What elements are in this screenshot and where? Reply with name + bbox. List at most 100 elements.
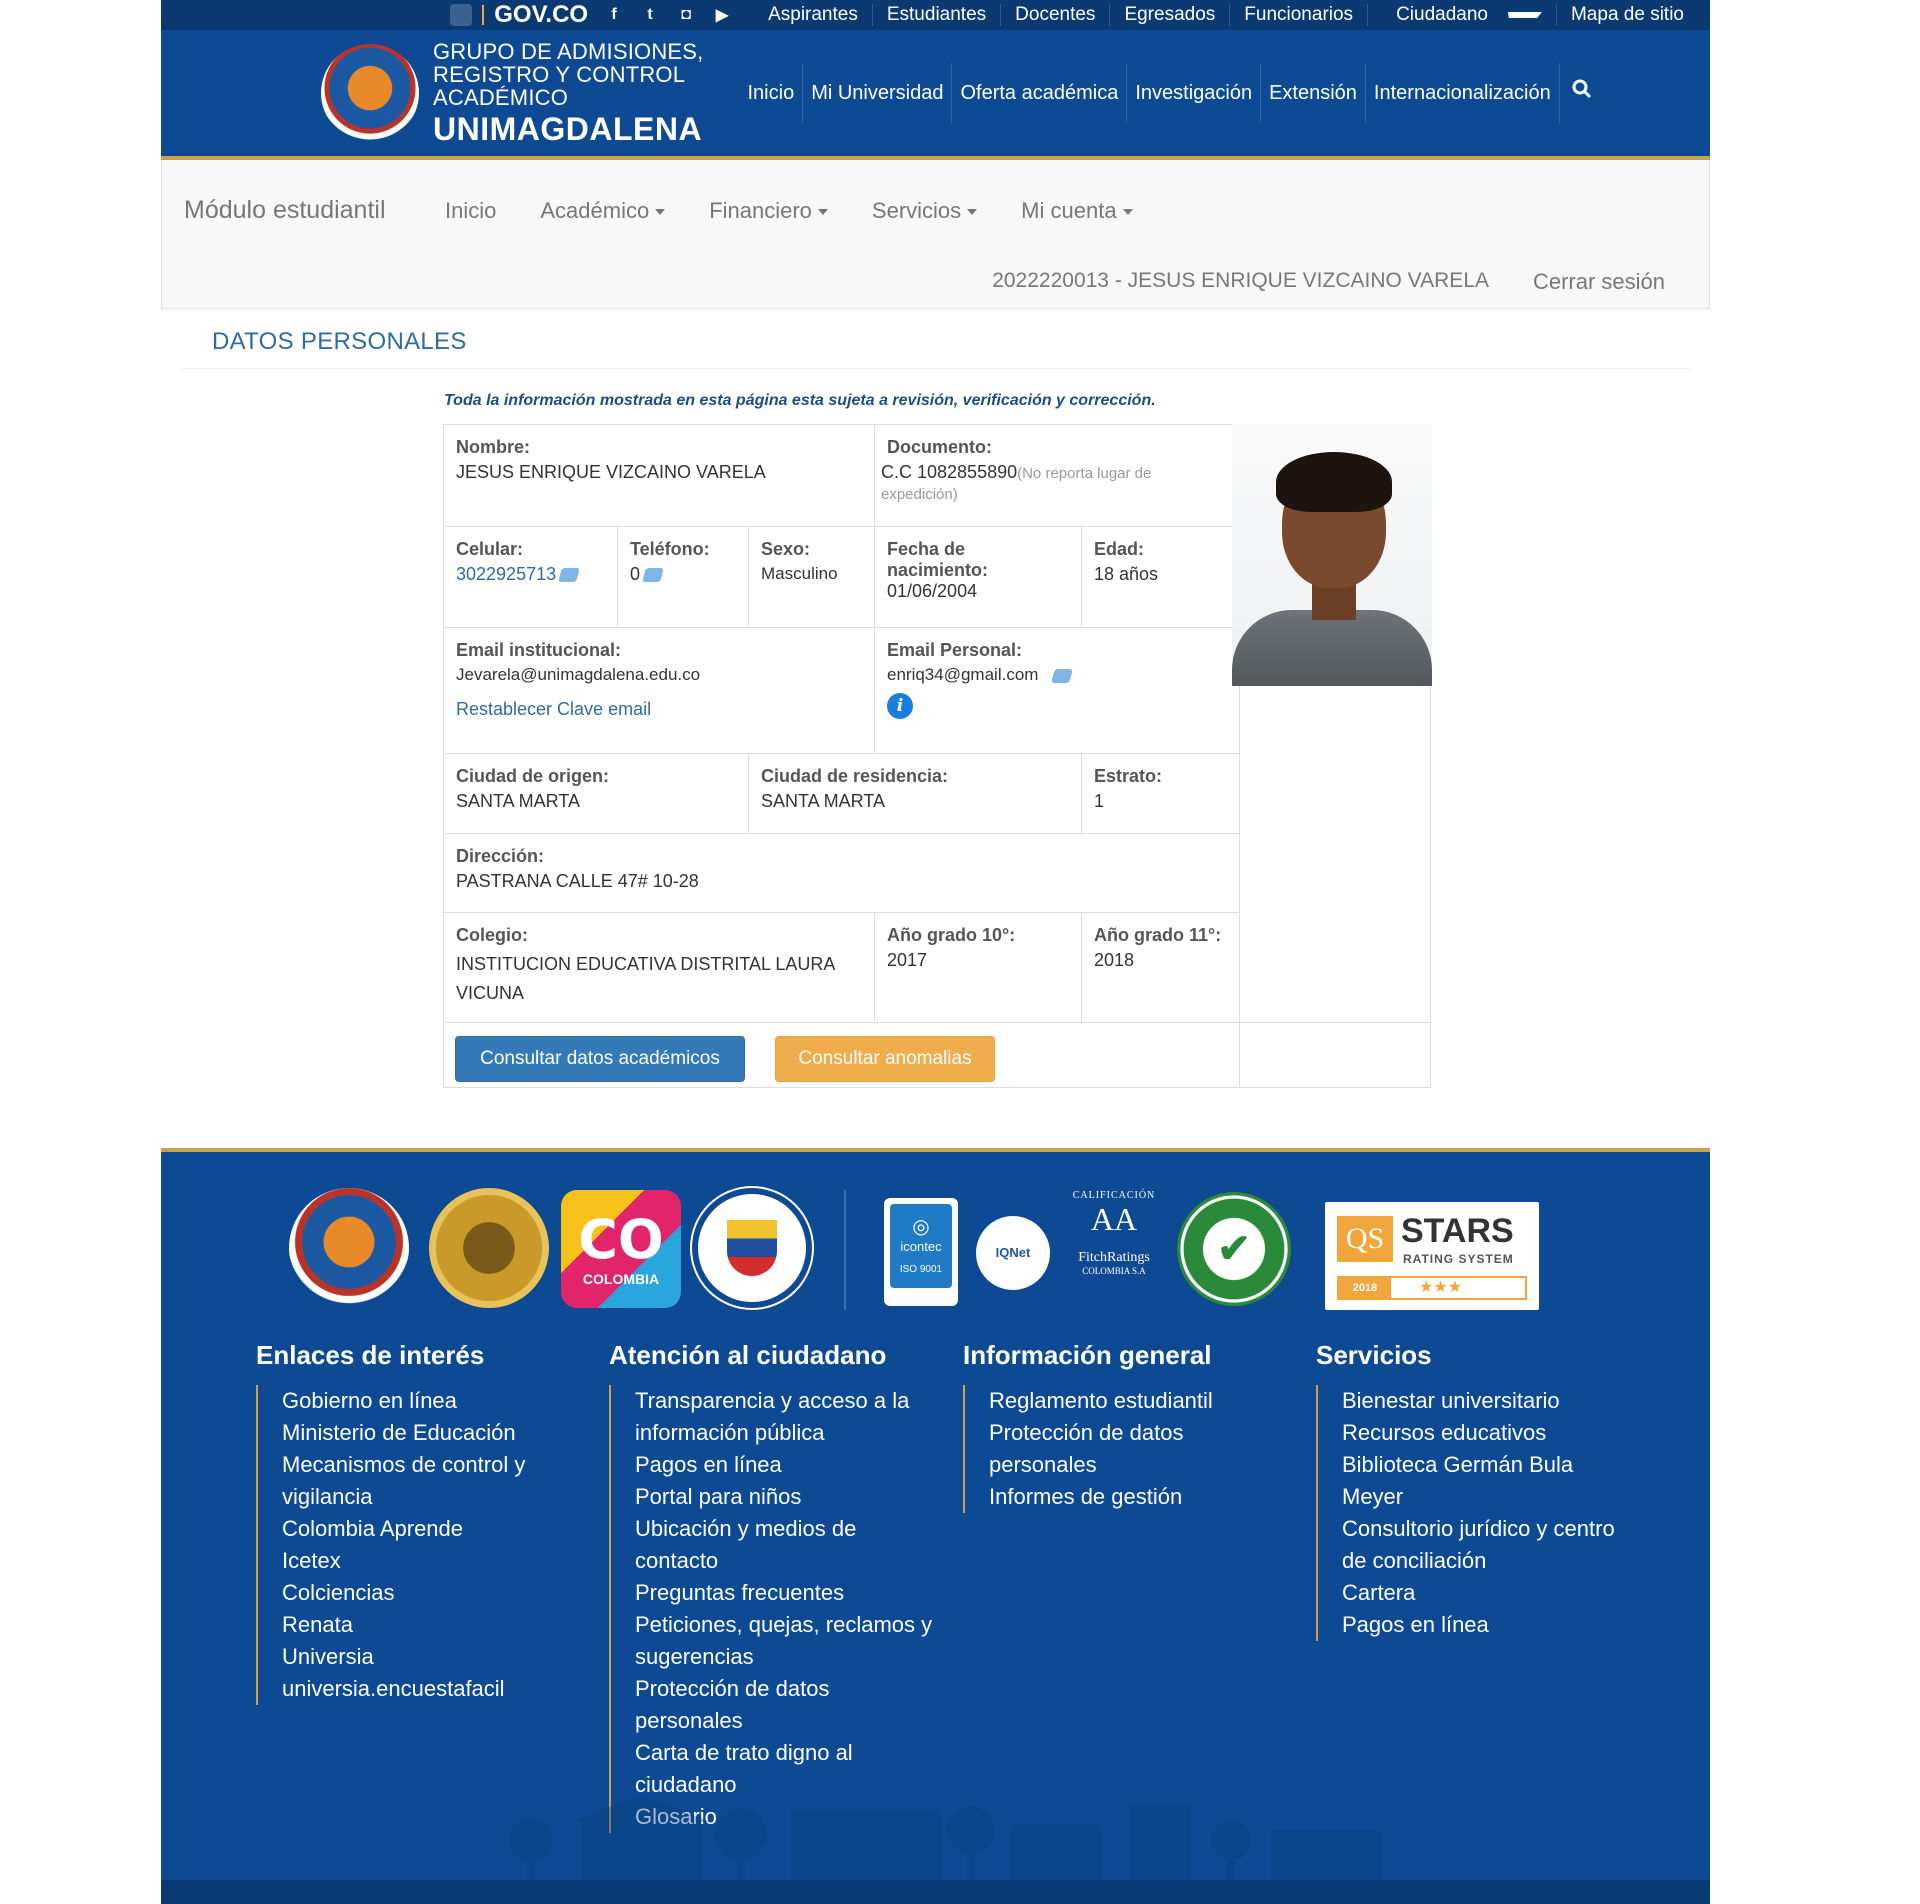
grado10-value: 2017 — [887, 950, 928, 970]
celular-value[interactable]: 3022925713 — [456, 564, 556, 584]
footer-link[interactable]: Peticiones, quejas, reclamos y sugerenci… — [635, 1609, 939, 1673]
chevron-down-icon — [967, 209, 978, 216]
responsabilidad-social-seal-logo[interactable]: ✔ — [1177, 1192, 1291, 1306]
fitch-ratings-logo[interactable]: CALIFICACIÓN AA FitchRatings COLOMBIA S.… — [1069, 1190, 1159, 1300]
menu-mi-cuenta[interactable]: Mi cuenta — [1021, 198, 1133, 224]
photo-column-filler — [1240, 687, 1431, 1023]
footer-link[interactable]: Bienestar universitario — [1342, 1385, 1616, 1417]
chevron-down-icon — [817, 209, 828, 216]
footer-link[interactable]: Pagos en línea — [635, 1449, 939, 1481]
link-egresados[interactable]: Egresados — [1109, 4, 1229, 26]
logos-divider — [844, 1190, 846, 1310]
menu-financiero-label: Financiero — [709, 198, 812, 223]
verified-icon — [642, 568, 664, 583]
logout-link[interactable]: Cerrar sesión — [1533, 269, 1665, 295]
cell-celular: Celular: 3022925713 — [444, 527, 618, 628]
site-title[interactable]: GRUPO DE ADMISIONES, REGISTRO Y CONTROL … — [433, 39, 704, 147]
search-button[interactable] — [1558, 63, 1604, 123]
consultar-anomalias-button[interactable]: Consultar anomalias — [775, 1036, 995, 1082]
gov-bar: GOV.CO f t ◘ ▶ Aspirantes Estudiantes Do… — [161, 0, 1710, 30]
footer-link[interactable]: Preguntas frecuentes — [635, 1577, 939, 1609]
qs-star-icons: ★★★ — [1419, 1279, 1463, 1296]
qs-stars-logo[interactable]: QS STARS RATING SYSTEM 2018 ★★★ — [1325, 1202, 1539, 1310]
footer-link[interactable]: Cartera — [1342, 1577, 1616, 1609]
co-colombia-logo[interactable]: CO COLOMBIA — [561, 1190, 681, 1308]
twitter-icon[interactable]: t — [640, 6, 660, 24]
nav-mi-universidad[interactable]: Mi Universidad — [802, 63, 951, 123]
link-aspirantes[interactable]: Aspirantes — [754, 4, 872, 26]
footer-link[interactable]: Pagos en línea — [1342, 1609, 1616, 1641]
footer-link[interactable]: Portal para niños — [635, 1481, 939, 1513]
instagram-icon[interactable]: ◘ — [676, 6, 696, 24]
cell-telefono: Teléfono: 0 — [618, 527, 749, 628]
footer-link[interactable]: Icetex — [282, 1545, 586, 1577]
footer-link[interactable]: Gobierno en línea — [282, 1385, 586, 1417]
cell-nacimiento: Fecha de nacimiento: 01/06/2004 — [875, 527, 1082, 628]
email-inst-value: Jevarela@unimagdalena.edu.co — [456, 665, 701, 684]
menu-mi-cuenta-label: Mi cuenta — [1021, 198, 1117, 223]
nav-internacionalizacion[interactable]: Internacionalización — [1364, 63, 1559, 123]
footer-link[interactable]: Reglamento estudiantil — [989, 1385, 1273, 1417]
nav-extension[interactable]: Extensión — [1260, 63, 1365, 123]
footer-link[interactable]: Protección de datos personales — [635, 1673, 939, 1737]
footer-link[interactable]: Recursos educativos — [1342, 1417, 1616, 1449]
footer-link[interactable]: Transparencia y acceso a la información … — [635, 1385, 939, 1449]
info-icon[interactable]: i — [887, 693, 913, 719]
footer-link[interactable]: universia.encuestafacil — [282, 1673, 586, 1705]
footer-link[interactable]: Colciencias — [282, 1577, 586, 1609]
footer-link[interactable]: Biblioteca Germán Bula Meyer — [1342, 1449, 1616, 1513]
icontec-iso-9001-logo[interactable]: ◎ icontec ISO 9001 — [884, 1198, 958, 1306]
accreditation-seal-logo[interactable] — [429, 1188, 549, 1308]
documento-line: C.C 1082855890(No reporta lugar de exped… — [881, 462, 1227, 504]
edad-value: 18 años — [1094, 564, 1159, 584]
footer-link[interactable]: Renata — [282, 1609, 586, 1641]
fitch-text: FitchRatings — [1078, 1250, 1150, 1265]
colombia-text: COLOMBIA — [582, 1271, 660, 1287]
youtube-icon[interactable]: ▶ — [712, 6, 732, 24]
verified-icon — [558, 568, 580, 583]
cell-nombre: Nombre: JESUS ENRIQUE VIZCAINO VARELA — [444, 425, 875, 527]
module-brand[interactable]: Módulo estudiantil — [184, 196, 386, 225]
cell-ciudad-origen: Ciudad de origen: SANTA MARTA — [444, 754, 749, 834]
menu-inicio[interactable]: Inicio — [445, 198, 496, 224]
nav-investigacion[interactable]: Investigación — [1126, 63, 1260, 123]
menu-academico[interactable]: Académico — [540, 198, 666, 224]
cell-grado-10: Año grado 10°: 2017 — [875, 913, 1082, 1023]
menu-academico-label: Académico — [540, 198, 650, 223]
colegio-value: INSTITUCION EDUCATIVA DISTRITAL LAURA VI… — [456, 954, 835, 1003]
footer-link[interactable]: Protección de datos personales — [989, 1417, 1273, 1481]
review-notice: Toda la información mostrada en esta pág… — [444, 392, 1156, 409]
nav-oferta-academica[interactable]: Oferta académica — [951, 63, 1126, 123]
link-mapa-sitio[interactable]: Mapa de sitio — [1555, 4, 1698, 26]
link-docentes[interactable]: Docentes — [1000, 4, 1109, 26]
footer-link[interactable]: Colombia Aprende — [282, 1513, 586, 1545]
consultar-datos-academicos-button[interactable]: Consultar datos académicos — [455, 1036, 745, 1082]
facebook-icon[interactable]: f — [604, 6, 624, 24]
link-ciudadano-dropdown[interactable]: Ciudadano — [1367, 4, 1556, 26]
menu-financiero[interactable]: Financiero — [709, 198, 828, 224]
gov-co-link[interactable]: GOV.CO — [450, 1, 588, 29]
footer-link[interactable]: Universia — [282, 1641, 586, 1673]
reset-email-password-link[interactable]: Restablecer Clave email — [456, 699, 862, 720]
module-navbar: Módulo estudiantil Inicio Académico Fina… — [161, 160, 1710, 309]
calificacion-text: CALIFICACIÓN — [1072, 1190, 1156, 1201]
iqnet-logo[interactable]: IQNet — [976, 1216, 1050, 1290]
footer-link[interactable]: Mecanismos de control y vigilancia — [282, 1449, 586, 1513]
footer-link[interactable]: Ubicación y medios de contacto — [635, 1513, 939, 1577]
menu-servicios[interactable]: Servicios — [871, 198, 978, 224]
menu-servicios-label: Servicios — [871, 198, 962, 223]
footer-link[interactable]: Informes de gestión — [989, 1481, 1273, 1513]
nav-inicio[interactable]: Inicio — [740, 63, 803, 123]
cell-grado-11: Año grado 11°: 2018 — [1082, 913, 1240, 1023]
photo-hair — [1276, 452, 1392, 512]
university-seal-logo[interactable] — [289, 1188, 409, 1308]
chevron-down-icon — [1507, 11, 1542, 18]
footer-link[interactable]: Ministerio de Educación — [282, 1417, 586, 1449]
link-estudiantes[interactable]: Estudiantes — [871, 4, 1000, 26]
republica-colombia-seal-logo[interactable] — [692, 1188, 812, 1308]
link-funcionarios[interactable]: Funcionarios — [1229, 4, 1367, 26]
footer-col-title: Enlaces de interés — [256, 1340, 485, 1370]
footer-link[interactable]: Consultorio jurídico y centro de concili… — [1342, 1513, 1616, 1577]
university-seal-logo[interactable] — [321, 44, 419, 142]
cell-ciudad-residencia: Ciudad de residencia: SANTA MARTA — [749, 754, 1082, 834]
